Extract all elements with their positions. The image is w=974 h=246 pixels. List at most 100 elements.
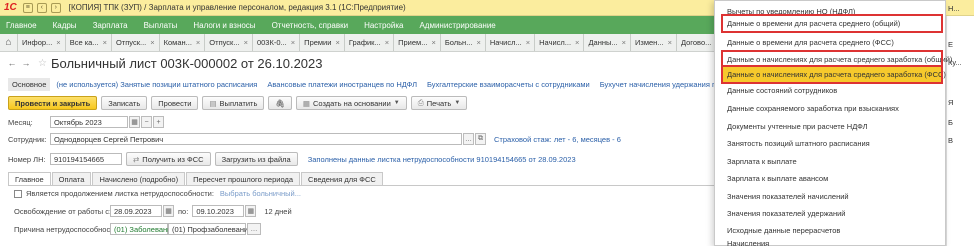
open-tab[interactable]: Данны... ×	[584, 34, 632, 51]
continuation-label: Является продолжением листка нетрудоспос…	[26, 189, 214, 198]
insurance-length-link[interactable]: Страховой стаж: лет - 6, месяцев - 6	[494, 135, 621, 144]
tab-label: 003К-0...	[256, 38, 287, 47]
employee-label: Сотрудник:	[8, 134, 47, 144]
chevron-down-icon: ▼	[393, 100, 400, 106]
close-icon[interactable]: ×	[56, 38, 60, 47]
link-advance-ndfl[interactable]: Авансовые платежи иностранцев по НДФЛ	[267, 80, 417, 89]
menu-salary[interactable]: Зарплата	[93, 21, 128, 30]
close-icon[interactable]: ×	[196, 38, 200, 47]
close-icon[interactable]: ×	[335, 38, 339, 47]
disability-data-link[interactable]: Заполнены данные листка нетрудоспособнос…	[308, 155, 576, 164]
close-icon[interactable]: ×	[526, 38, 530, 47]
load-from-file-button[interactable]: Загрузить из файла	[214, 152, 298, 166]
print-button[interactable]: ⎙ Печать ▼	[410, 96, 468, 110]
calendar-icon[interactable]: ▦	[129, 116, 140, 128]
tab-payment[interactable]: Оплата	[51, 172, 92, 185]
close-icon[interactable]: ×	[150, 38, 154, 47]
close-icon[interactable]: ×	[668, 38, 672, 47]
document-header: ← → ☆ Больничный лист 003К-000002 от 26.…	[0, 52, 720, 74]
open-tab[interactable]: Премии ×	[300, 34, 345, 51]
tab-label: Отпуск...	[209, 38, 240, 47]
menu-item-saved-earnings[interactable]: Данные сохраняемого заработка при взыска…	[721, 99, 943, 118]
close-icon[interactable]: ×	[244, 38, 248, 47]
save-button[interactable]: Записать	[101, 96, 148, 110]
open-tab[interactable]: Отпуск... ×	[205, 34, 253, 51]
menu-reports[interactable]: Отчетность, справки	[272, 21, 349, 30]
tab-fss-info[interactable]: Сведения для ФСС	[301, 172, 383, 185]
forward-icon[interactable]: ›	[50, 2, 61, 13]
menu-hr[interactable]: Кадры	[53, 21, 77, 30]
menu-main[interactable]: Главное	[6, 21, 37, 30]
open-tab[interactable]: График... ×	[345, 34, 395, 51]
pay-button[interactable]: ▤ Выплатить	[202, 96, 265, 110]
post-and-close-button[interactable]: Провести и закрыть	[8, 96, 98, 110]
close-icon[interactable]: ×	[622, 38, 626, 47]
menu-item-accruals[interactable]: Начисления	[721, 238, 943, 246]
employee-input[interactable]: Однодворцев Сергей Петрович	[50, 133, 462, 145]
ln-input[interactable]: 910194154665	[50, 153, 122, 165]
choose-sick-leave-link[interactable]: Выбрать больничный...	[220, 189, 301, 198]
open-tab[interactable]: Инфор... ×	[18, 34, 66, 51]
open-tab[interactable]: Все ка... ×	[66, 34, 112, 51]
post-button[interactable]: Провести	[151, 96, 199, 110]
more-icon[interactable]: …	[247, 223, 261, 235]
home-icon: ⌂	[5, 37, 12, 48]
open-tab[interactable]: Начисл... ×	[535, 34, 585, 51]
next-month-icon[interactable]: +	[153, 116, 164, 128]
tab-label: Измен...	[635, 38, 664, 47]
open-tab[interactable]: Больн... ×	[441, 34, 486, 51]
attach-button[interactable]: 🖇	[268, 96, 292, 110]
ln-label: Номер ЛН:	[8, 154, 46, 164]
tab-recalc[interactable]: Пересчет прошлого периода	[186, 172, 301, 185]
open-tab[interactable]: 003К-0... ×	[253, 34, 301, 51]
create-based-on-button[interactable]: ▦ Создать на основании ▼	[295, 96, 407, 110]
choice-icon[interactable]: …	[463, 133, 474, 145]
link-accounting-settlements[interactable]: Бухгалтерские взаиморасчеты с сотрудника…	[427, 80, 590, 89]
back-arrow-icon[interactable]: ←	[6, 57, 18, 69]
forward-arrow-icon[interactable]: →	[20, 57, 32, 69]
tab-label: Отпуск...	[115, 38, 147, 47]
menu-taxes[interactable]: Налоги и взносы	[193, 21, 255, 30]
date-to-input[interactable]: 09.10.2023	[192, 205, 245, 217]
reason-input[interactable]: (01) Заболевание	[110, 223, 176, 235]
right-panel-edge	[946, 16, 974, 246]
link-staff-positions[interactable]: (не используется) Занятые позиции штатно…	[56, 80, 257, 89]
link-main[interactable]: Основное	[8, 77, 51, 91]
open-tab[interactable]: Прием... ×	[394, 34, 441, 51]
menu-item-salary-advance[interactable]: Зарплата к выплате авансом	[721, 169, 943, 188]
menu-admin[interactable]: Администрирование	[419, 21, 495, 30]
close-icon[interactable]: ×	[431, 38, 435, 47]
back-icon[interactable]: ‹	[36, 2, 47, 13]
menu-payments[interactable]: Выплаты	[144, 21, 178, 30]
tab-main[interactable]: Главное	[8, 172, 51, 185]
open-tab[interactable]: Измен... ×	[631, 34, 677, 51]
month-input[interactable]: Октябрь 2023	[50, 116, 128, 128]
close-icon[interactable]: ×	[291, 38, 295, 47]
reason-occupational-button[interactable]: (01) Профзаболевание	[168, 223, 252, 235]
favorite-star-icon[interactable]: ☆	[38, 58, 47, 69]
edge-text: Я	[948, 98, 954, 107]
open-tab[interactable]: Коман... ×	[160, 34, 206, 51]
open-tab[interactable]: Отпуск... ×	[112, 34, 160, 51]
menu-item-time-avg-general[interactable]: Данные о времени для расчета среднего (о…	[721, 14, 943, 33]
date-from-input[interactable]: 28.09.2023	[110, 205, 162, 217]
close-icon[interactable]: ×	[476, 38, 480, 47]
prev-month-icon[interactable]: −	[141, 116, 152, 128]
tab-accrued-detail[interactable]: Начислено (подробно)	[92, 172, 186, 185]
continuation-checkbox[interactable]	[14, 189, 22, 198]
menu-item-staff-occupancy[interactable]: Занятость позиций штатного расписания	[721, 134, 943, 153]
menu-item-employee-states[interactable]: Данные состояний сотрудников	[721, 81, 943, 100]
get-from-fss-button[interactable]: ⇄ Получить из ФСС	[126, 152, 211, 166]
calendar-icon[interactable]: ▦	[163, 205, 174, 217]
open-tab[interactable]: Начисл... ×	[486, 34, 536, 51]
print-label: Печать	[426, 98, 452, 108]
calendar-icon[interactable]: ▦	[245, 205, 257, 217]
menu-icon[interactable]: ≡	[22, 2, 33, 13]
menu-settings[interactable]: Настройка	[364, 21, 403, 30]
close-icon[interactable]: ×	[575, 38, 579, 47]
close-icon[interactable]: ×	[385, 38, 389, 47]
home-tab[interactable]: ⌂	[0, 34, 18, 51]
open-icon[interactable]: ⧉	[475, 133, 486, 145]
close-icon[interactable]: ×	[103, 38, 107, 47]
tabs-divider	[8, 185, 718, 186]
